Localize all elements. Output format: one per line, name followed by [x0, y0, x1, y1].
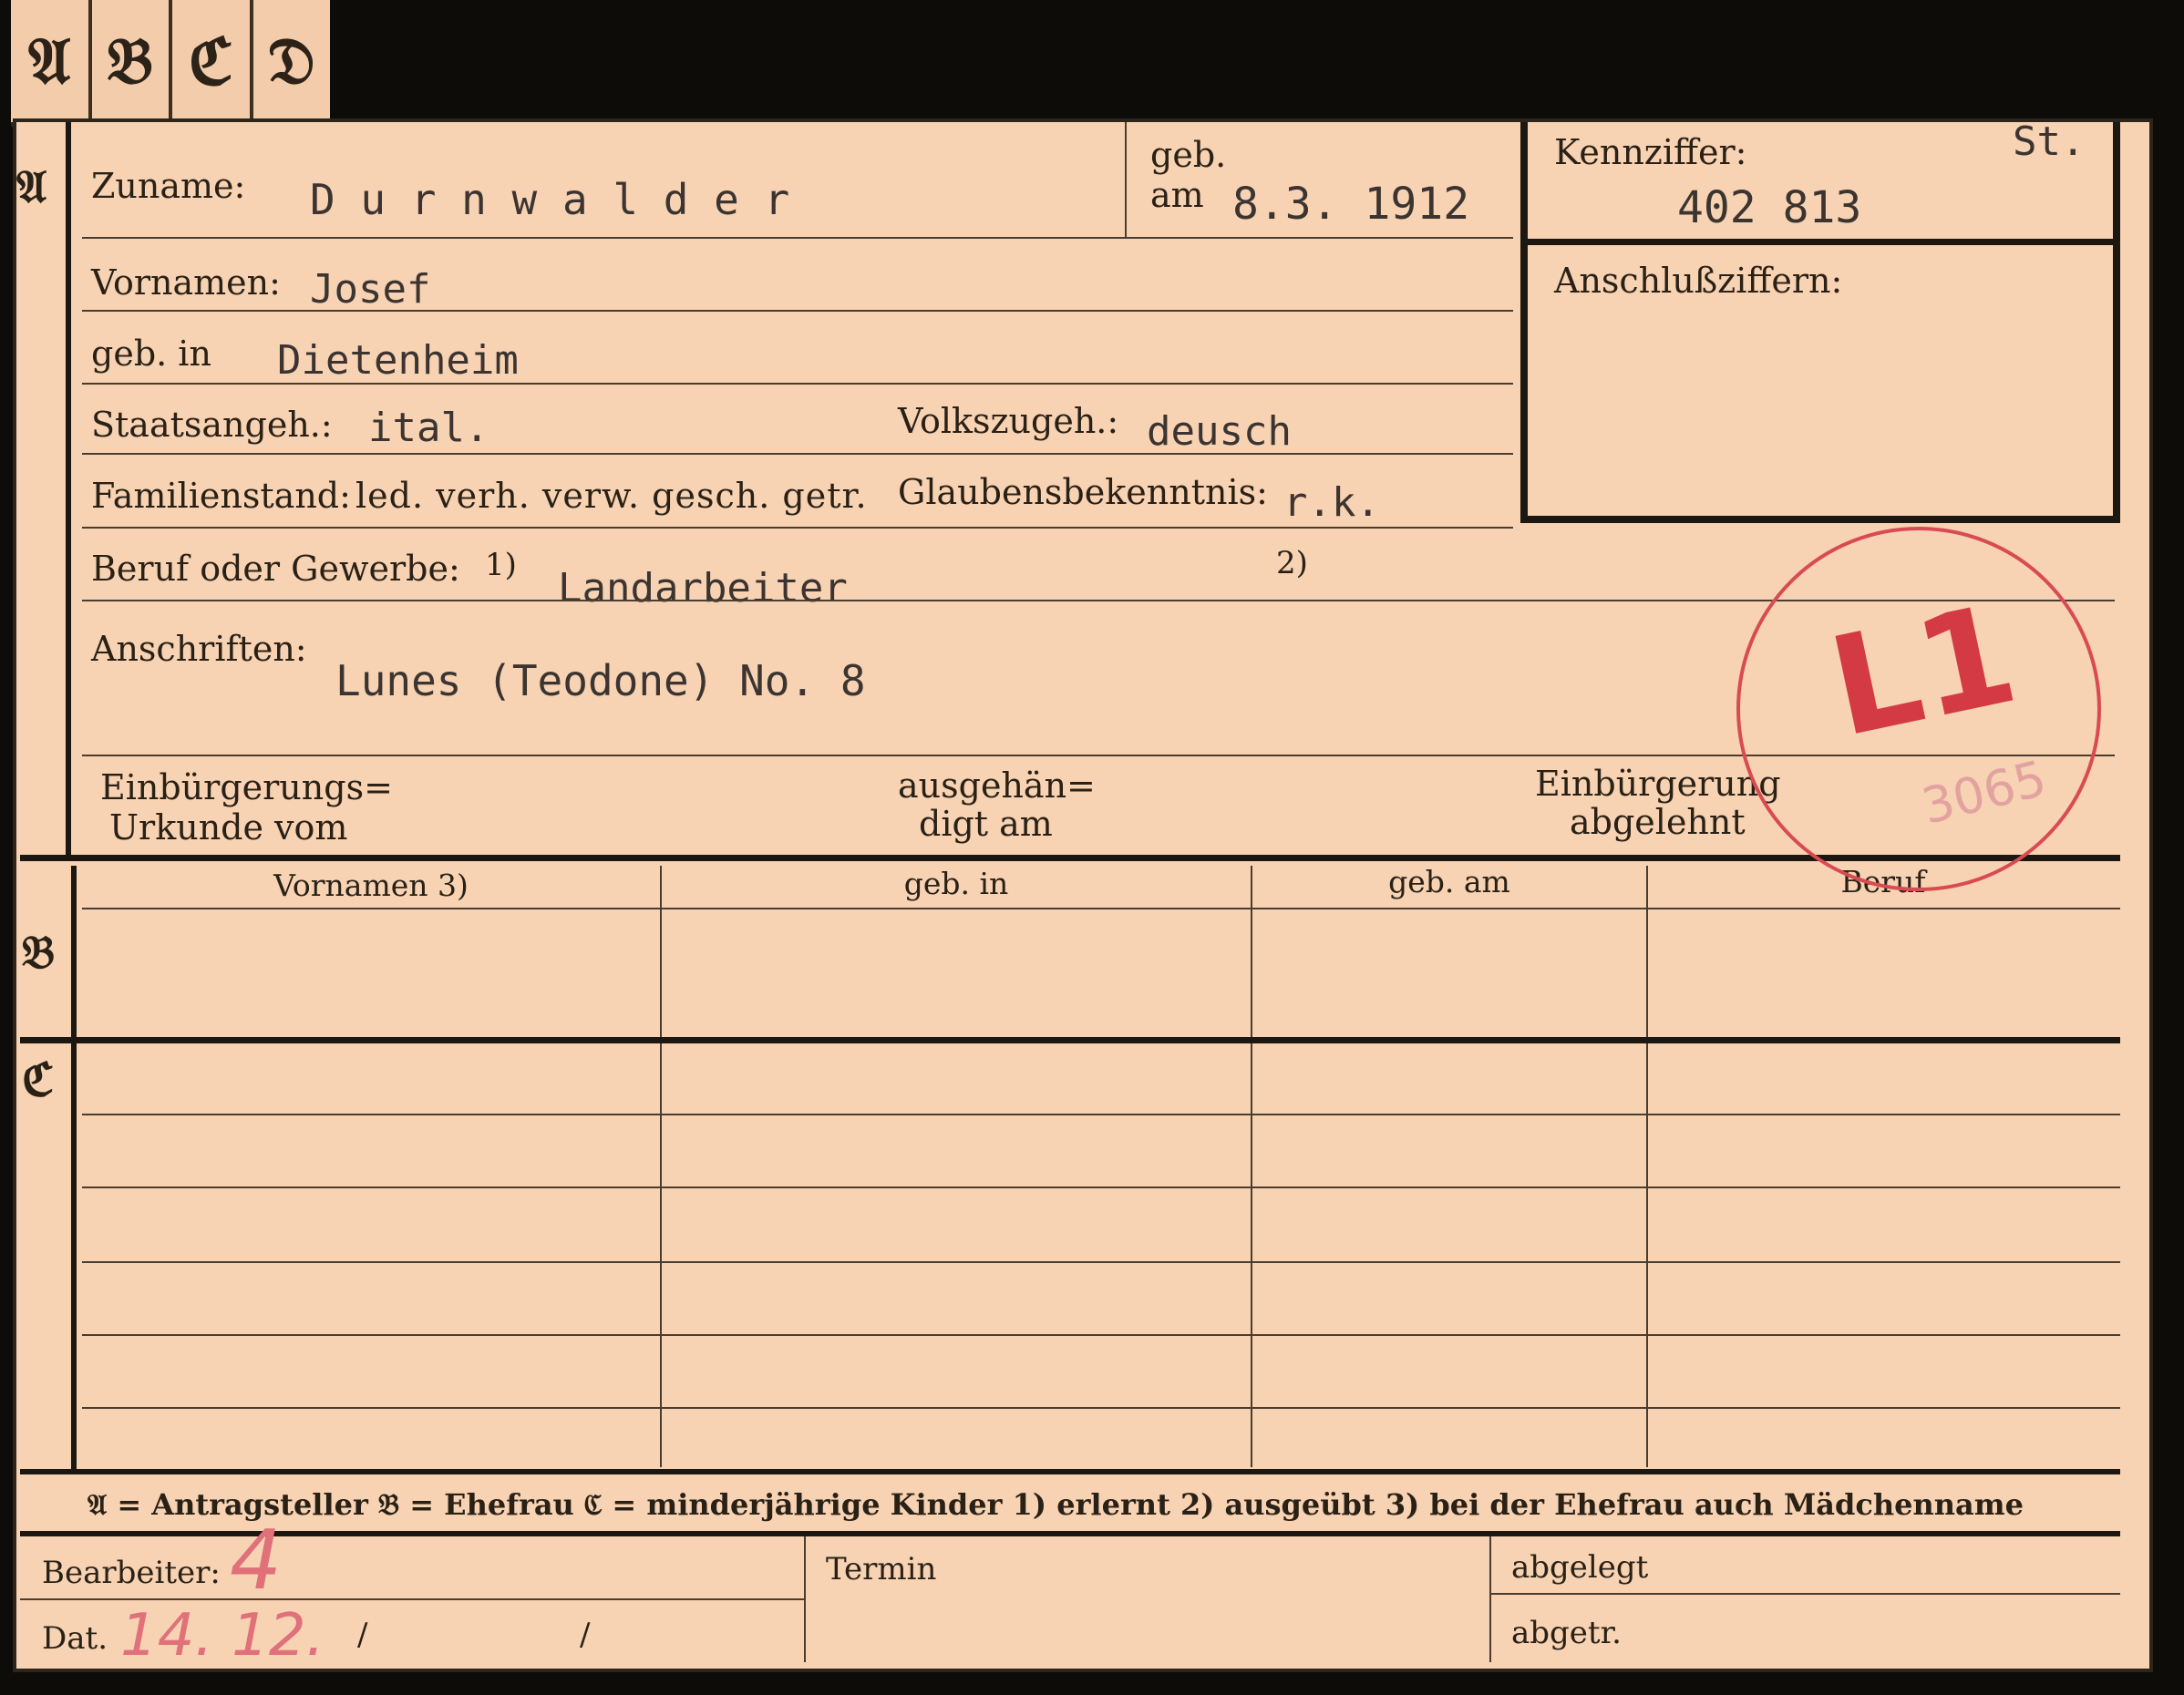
rule	[82, 1186, 2120, 1188]
rule	[82, 453, 1513, 455]
einbuergerung-abgelehnt-label-1: Einbürgerung	[1535, 764, 1781, 804]
section-separator-bc	[20, 1037, 2120, 1043]
col-header-vornamen: Vornamen 3)	[273, 868, 469, 903]
kennziffer-st: St.	[2013, 118, 2086, 165]
col-divider-2	[1251, 866, 1252, 1467]
rule	[82, 310, 1513, 312]
rule	[82, 1261, 2120, 1263]
rule	[82, 1114, 2120, 1115]
rule	[82, 1334, 2120, 1336]
rule	[20, 1598, 804, 1600]
legend: 𝔄 = Antragsteller 𝔅 = Ehefrau ℭ = minder…	[88, 1487, 2024, 1522]
col-divider-3	[1646, 866, 1648, 1467]
beruf-note-2: 2)	[1276, 545, 1308, 581]
termin-label: Termin	[826, 1551, 937, 1587]
rule	[82, 908, 2120, 909]
kennziffer-label: Kennziffer:	[1554, 132, 1747, 172]
rule	[82, 237, 1513, 239]
col-header-geb-am: geb. am	[1388, 864, 1510, 899]
tab-a: 𝔄	[11, 0, 92, 122]
bearbeiter-label: Bearbeiter:	[42, 1555, 221, 1591]
rule	[82, 383, 1513, 385]
register-tabs: 𝔄 𝔅 ℭ 𝔇	[11, 0, 330, 127]
anschriften-label: Anschriften:	[91, 629, 307, 669]
vornamen-label: Vornamen:	[91, 262, 281, 303]
ausgehaendigt-label-2: digt am	[919, 804, 1053, 844]
geb-am-value: 8.3. 1912	[1232, 179, 1470, 230]
rule	[82, 527, 1513, 529]
beruf-label: Beruf oder Gewerbe:	[91, 549, 460, 589]
tab-b: 𝔅	[92, 0, 172, 122]
geb-divider	[1125, 122, 1127, 237]
abgetr-label: abgetr.	[1511, 1615, 1622, 1651]
rule	[82, 1407, 2120, 1409]
kennziffer-bottom	[1520, 516, 2113, 523]
volkszugeh-label: Volkszugeh.:	[898, 401, 1119, 441]
ausgehaendigt-label-1: ausgehän=	[898, 765, 1096, 806]
dat-label: Dat.	[42, 1620, 108, 1657]
glaubens-label: Glaubensbekenntnis:	[898, 472, 1268, 512]
zuname-value: D u r n w a l d e r	[310, 175, 790, 224]
einbuergerung-urkunde-label-1: Einbürgerungs=	[100, 767, 393, 807]
am-label: am	[1150, 175, 1204, 215]
section-separator-legend	[20, 1469, 2120, 1474]
section-letter-b: 𝔅	[22, 925, 56, 979]
kennziffer-right	[2113, 122, 2120, 523]
dat-slash-2: /	[580, 1617, 591, 1653]
section-letter-a: 𝔄	[16, 159, 47, 213]
rule	[1489, 1593, 2120, 1595]
footer-divider-2	[1489, 1536, 1491, 1662]
beruf-note-1: 1)	[485, 547, 517, 583]
tab-d: 𝔇	[267, 23, 315, 98]
volkszugeh-value: deusch	[1147, 408, 1292, 455]
legend-bottom-rule	[20, 1531, 2120, 1536]
anschluss-label: Anschlußziffern:	[1554, 261, 1843, 301]
geb-label: geb.	[1150, 135, 1227, 175]
dat-value: 14. 12.	[120, 1602, 325, 1669]
anschriften-value: Lunes (Teodone) No. 8	[335, 656, 866, 705]
col-header-geb-in: geb. in	[903, 866, 1009, 901]
beruf-value: Landarbeiter	[558, 565, 848, 611]
staatsangeh-label: Staatsangeh.:	[91, 405, 333, 445]
tab-c: ℭ	[172, 0, 253, 122]
abgelegt-label: abgelegt	[1511, 1549, 1649, 1586]
familienstand-options: led. verh. verw. gesch. getr.	[355, 476, 868, 516]
footer-divider-1	[804, 1536, 806, 1662]
familienstand-label: Familienstand:	[91, 476, 351, 516]
bearbeiter-mark: 4	[230, 1513, 283, 1608]
col-divider-1	[660, 866, 662, 1467]
zuname-label: Zuname:	[91, 166, 246, 206]
geb-in-label: geb. in	[91, 334, 211, 374]
einbuergerung-urkunde-label-2: Urkunde vom	[109, 807, 348, 848]
dat-slash-1: /	[357, 1617, 368, 1653]
section-bc-divider	[71, 866, 77, 1473]
einbuergerung-abgelehnt-label-2: abgelehnt	[1570, 802, 1746, 842]
kennziffer-divider	[1520, 239, 2113, 245]
glaubens-value: r.k.	[1283, 479, 1380, 526]
vornamen-value: Josef	[310, 266, 431, 313]
kennziffer-value: 402 813	[1677, 182, 1862, 233]
section-a-divider	[66, 122, 71, 857]
section-letter-c: ℭ	[22, 1053, 55, 1106]
staatsangeh-value: ital.	[368, 405, 489, 451]
section-separator-ab	[20, 855, 2120, 861]
geb-in-value: Dietenheim	[277, 337, 519, 384]
